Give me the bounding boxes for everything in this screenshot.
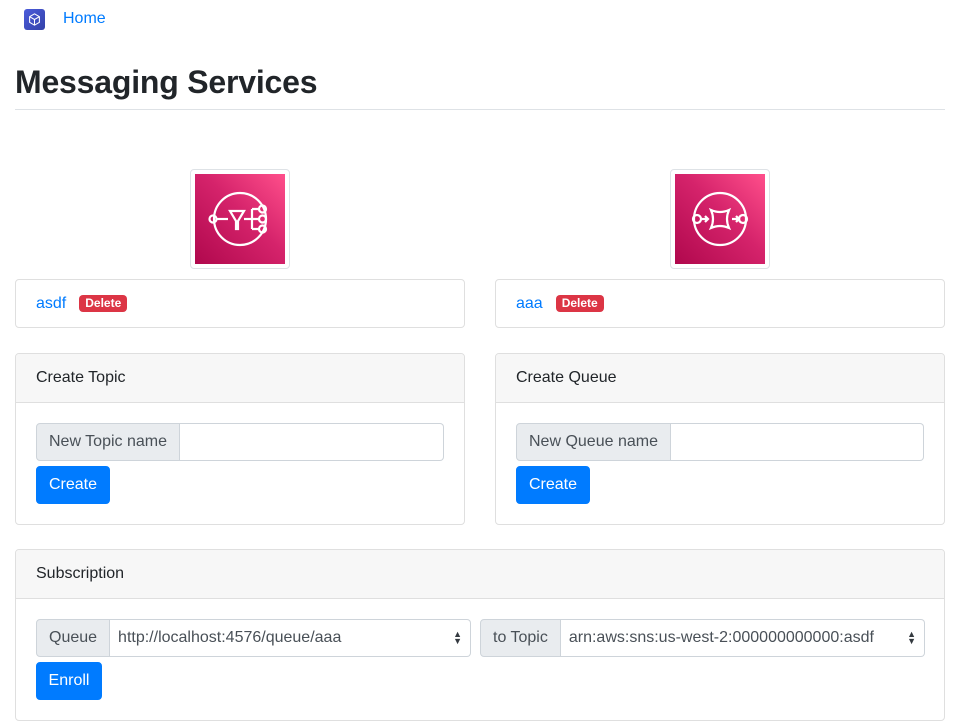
create-topic-button[interactable]: Create [36,466,110,504]
topic-list-item: asdf Delete [15,279,465,328]
queue-select-value: http://localhost:4576/queue/aaa [118,629,342,646]
queue-link[interactable]: aaa [516,295,543,313]
delete-topic-button[interactable]: Delete [79,295,128,312]
home-link[interactable]: Home [63,10,106,28]
sns-topic-thumbnail [190,169,290,269]
queue-name-input-group: New Queue name [516,423,924,461]
navbar: Home [24,8,106,30]
topic-select[interactable]: arn:aws:sns:us-west-2:000000000000:asdf … [560,619,925,657]
topic-name-input-group: New Topic name [36,423,444,461]
title-divider [15,109,945,110]
queue-list-item: aaa Delete [495,279,945,328]
queue-name-label: New Queue name [516,423,671,461]
select-caret-icon: ▲ ▼ [453,629,462,646]
topic-select-label: to Topic [480,619,561,657]
select-caret-icon: ▲ ▼ [907,629,916,646]
queue-select-group: Queue http://localhost:4576/queue/aaa ▲ ▼ [36,619,471,657]
create-queue-header: Create Queue [496,354,944,403]
create-topic-card: Create Topic New Topic name Create [15,353,465,525]
create-topic-header: Create Topic [16,354,464,403]
delete-queue-button[interactable]: Delete [555,295,604,312]
subscription-header: Subscription [16,550,944,599]
page-title: Messaging Services [15,64,318,100]
create-queue-card: Create Queue New Queue name Create [495,353,945,525]
topic-select-value: arn:aws:sns:us-west-2:000000000000:asdf [568,629,874,646]
cube-icon[interactable] [24,8,45,30]
create-queue-button[interactable]: Create [516,466,590,504]
enroll-button[interactable]: Enroll [36,662,102,700]
topic-name-label: New Topic name [36,423,180,461]
sns-topic-icon [195,174,285,264]
subscription-card: Subscription Queue http://localhost:4576… [15,549,945,721]
sqs-queue-icon [675,174,765,264]
sqs-queue-thumbnail [670,169,770,269]
topic-link[interactable]: asdf [36,295,66,313]
queue-select-label: Queue [36,619,111,657]
queue-select[interactable]: http://localhost:4576/queue/aaa ▲ ▼ [110,619,471,657]
topic-name-input[interactable] [179,423,444,461]
queue-name-input[interactable] [670,423,924,461]
topic-select-group: to Topic arn:aws:sns:us-west-2:000000000… [480,619,925,657]
